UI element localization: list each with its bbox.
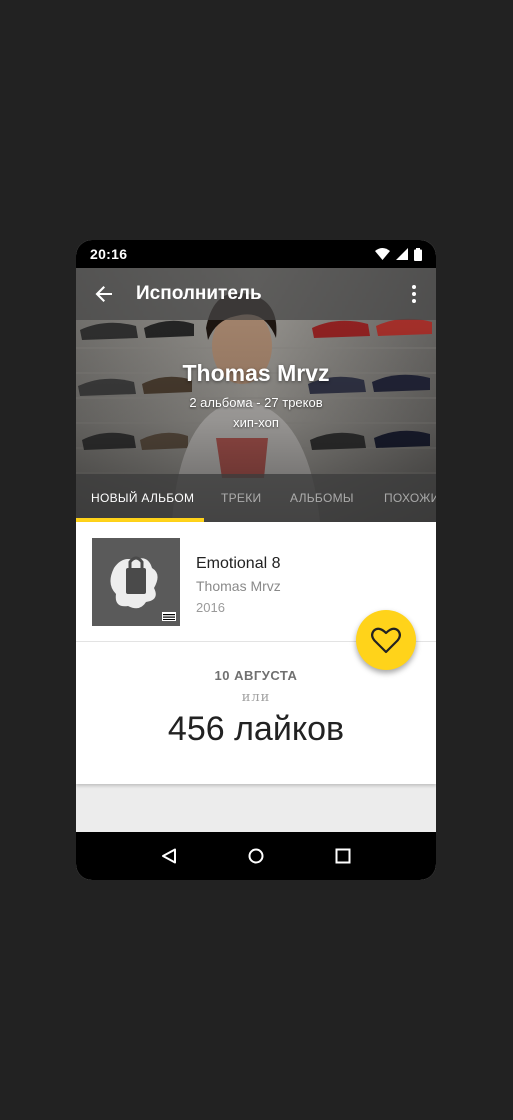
or-separator: или [241, 690, 271, 705]
nav-back-button[interactable] [149, 836, 189, 876]
release-date: 10 АВГУСТА [214, 668, 298, 683]
phone-frame: 20:16 Исполнитель Thomas Mrvz 2 альбома … [76, 240, 436, 880]
page-title: Исполнитель [136, 283, 262, 304]
system-nav-bar [76, 832, 436, 880]
status-bar: 20:16 [76, 240, 436, 268]
tab-albums[interactable]: АЛЬБОМЫ [290, 474, 354, 522]
more-vert-icon [412, 285, 416, 303]
nav-home-button[interactable] [236, 836, 276, 876]
like-fab-button[interactable] [356, 610, 416, 670]
album-cover [92, 538, 180, 626]
signal-icon [396, 248, 408, 260]
tab-bar: НОВЫЙ АЛЬБОМ ТРЕКИ АЛЬБОМЫ ПОХОЖИЕ [76, 474, 436, 522]
status-icons [375, 247, 422, 261]
back-button[interactable] [76, 268, 132, 320]
back-arrow-icon [95, 286, 112, 302]
app-bar: Исполнитель [76, 268, 436, 320]
artist-genre: хип-хоп [233, 415, 279, 430]
album-year: 2016 [196, 600, 225, 615]
tab-tracks[interactable]: ТРЕКИ [221, 474, 261, 522]
status-time: 20:16 [90, 246, 128, 262]
likes-count: 456 лайков [167, 710, 345, 748]
artist-name: Thomas Mrvz [182, 360, 330, 386]
nav-home-icon [248, 848, 264, 864]
battery-icon [414, 247, 422, 261]
nav-back-icon [162, 848, 177, 864]
wifi-icon [375, 248, 390, 260]
artist-stats: 2 альбома - 27 треков [189, 395, 323, 410]
album-title: Emotional 8 [196, 555, 281, 572]
nav-recents-icon [335, 848, 351, 864]
artist-header: Исполнитель Thomas Mrvz 2 альбома - 27 т… [76, 268, 436, 522]
album-artist: Thomas Mrvz [196, 578, 281, 594]
tab-similar[interactable]: ПОХОЖИЕ [384, 474, 436, 522]
overflow-menu-button[interactable] [392, 268, 436, 320]
heart-icon [371, 627, 401, 653]
nav-recents-button[interactable] [323, 836, 363, 876]
tab-new-album[interactable]: НОВЫЙ АЛЬБОМ [91, 474, 194, 522]
